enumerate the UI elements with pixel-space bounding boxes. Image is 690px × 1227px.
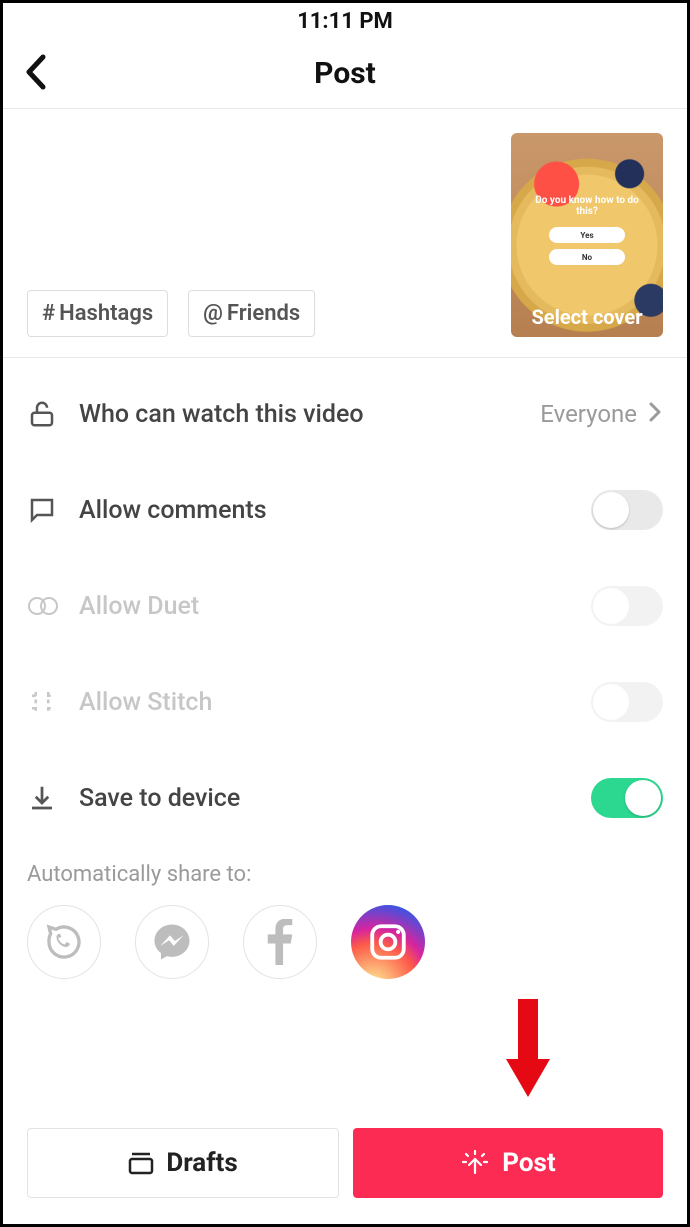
- privacy-row[interactable]: Who can watch this video Everyone: [27, 366, 663, 462]
- select-cover-label: Select cover: [511, 305, 663, 329]
- stitch-row: Allow Stitch: [27, 654, 663, 750]
- page-title: Post: [314, 56, 376, 91]
- at-icon: @: [203, 301, 223, 326]
- messenger-icon: [151, 921, 193, 963]
- save-toggle[interactable]: [591, 778, 663, 818]
- post-button[interactable]: Post: [353, 1128, 663, 1198]
- chevron-right-icon: [647, 400, 663, 428]
- cover-yes-pill: Yes: [549, 227, 625, 243]
- back-button[interactable]: [23, 53, 47, 95]
- privacy-label: Who can watch this video: [79, 400, 540, 429]
- share-facebook[interactable]: [243, 905, 317, 979]
- comments-row: Allow comments: [27, 462, 663, 558]
- cover-picker[interactable]: Do you know how to do this? Yes No Selec…: [511, 133, 663, 337]
- privacy-value: Everyone: [540, 400, 637, 428]
- status-bar: 11:11 PM: [3, 3, 687, 39]
- duet-icon: [27, 591, 79, 621]
- post-label: Post: [502, 1148, 555, 1178]
- stitch-icon: [27, 687, 79, 717]
- friends-label: Friends: [227, 301, 300, 326]
- save-row: Save to device: [27, 750, 663, 846]
- compose-area: # Hashtags @ Friends Do you know how to …: [3, 109, 687, 358]
- settings-list: Who can watch this video Everyone Allow …: [3, 358, 687, 846]
- duet-row: Allow Duet: [27, 558, 663, 654]
- instagram-icon: [367, 921, 409, 963]
- header: Post: [3, 39, 687, 109]
- share-whatsapp[interactable]: [27, 905, 101, 979]
- drafts-label: Drafts: [166, 1148, 237, 1178]
- share-row: [3, 895, 687, 979]
- comment-icon: [27, 495, 79, 525]
- download-icon: [27, 783, 79, 813]
- drafts-button[interactable]: Drafts: [27, 1128, 339, 1198]
- facebook-icon: [266, 919, 294, 965]
- post-icon: [460, 1148, 490, 1178]
- stitch-toggle: [591, 682, 663, 722]
- share-messenger[interactable]: [135, 905, 209, 979]
- cover-no-pill: No: [549, 249, 625, 265]
- friends-chip[interactable]: @ Friends: [188, 290, 315, 337]
- drafts-icon: [128, 1151, 154, 1175]
- hash-icon: #: [42, 301, 55, 326]
- cover-question: Do you know how to do this?: [511, 195, 663, 217]
- stitch-label: Allow Stitch: [79, 688, 591, 717]
- share-label: Automatically share to:: [3, 846, 687, 895]
- comments-toggle[interactable]: [591, 490, 663, 530]
- save-label: Save to device: [79, 784, 591, 813]
- hashtags-chip[interactable]: # Hashtags: [27, 290, 168, 337]
- bottom-bar: Drafts Post: [27, 1128, 663, 1198]
- duet-toggle: [591, 586, 663, 626]
- annotation-arrow-icon: [498, 993, 558, 1103]
- clock: 11:11 PM: [297, 9, 393, 34]
- hashtags-label: Hashtags: [59, 301, 153, 326]
- duet-label: Allow Duet: [79, 592, 591, 621]
- lock-open-icon: [27, 399, 79, 429]
- share-instagram[interactable]: [351, 905, 425, 979]
- comments-label: Allow comments: [79, 496, 591, 525]
- chevron-left-icon: [23, 53, 47, 91]
- whatsapp-icon: [44, 922, 84, 962]
